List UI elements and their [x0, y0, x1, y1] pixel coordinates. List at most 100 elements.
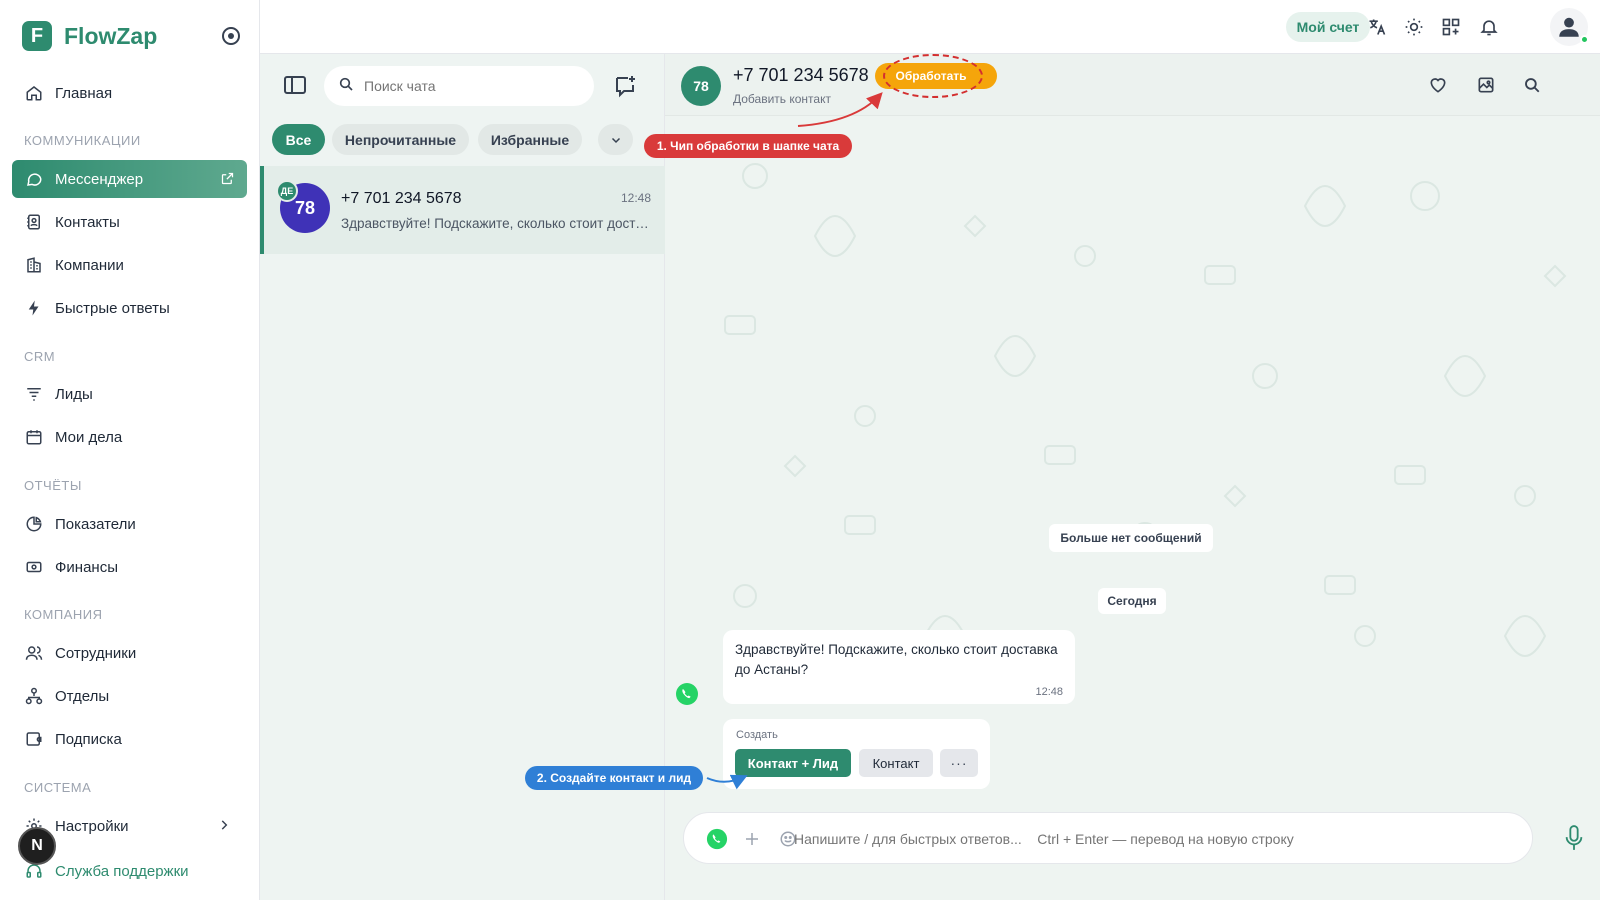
sidebar-item-leads[interactable]: Лиды [12, 375, 247, 413]
sidebar-item-label: Настройки [55, 817, 129, 835]
external-link-icon[interactable] [220, 171, 235, 190]
sidebar: F FlowZap Главная КОММУНИКАЦИИ Мессендже… [0, 0, 260, 900]
sidebar-item-label: Сотрудники [55, 644, 137, 662]
sidebar-item-subscription[interactable]: Подписка [12, 720, 247, 758]
chevron-right-icon [217, 818, 231, 836]
chat-header-avatar: 78 [681, 66, 721, 106]
sidebar-item-home[interactable]: Главная [12, 74, 247, 112]
chat-search-icon[interactable] [1521, 74, 1543, 96]
sidebar-item-label: Показатели [55, 515, 136, 533]
add-contact-link[interactable]: Добавить контакт [733, 92, 831, 106]
create-label: Создать [736, 729, 778, 741]
section-company: КОМПАНИЯ [24, 607, 103, 622]
create-actions-card: Создать Контакт + Лид Контакт ··· [723, 719, 990, 789]
sidebar-pin-icon[interactable] [222, 27, 240, 45]
sidebar-item-metrics[interactable]: Показатели [12, 505, 247, 543]
contacts-book-icon [25, 213, 43, 231]
building-icon [25, 256, 43, 274]
section-communications: КОММУНИКАЦИИ [24, 133, 141, 148]
message-composer [683, 812, 1533, 864]
no-more-messages-notice: Больше нет сообщений [1049, 524, 1213, 552]
logo-mark: F [22, 21, 52, 51]
user-avatar[interactable] [1550, 8, 1589, 46]
incoming-message: Здравствуйте! Подскажите, сколько стоит … [723, 630, 1075, 704]
chat-search-input[interactable] [364, 78, 574, 94]
chat-name: +7 701 234 5678 [341, 190, 462, 207]
sidebar-item-messenger[interactable]: Мессенджер [12, 160, 247, 198]
sidebar-item-contacts[interactable]: Контакты [12, 203, 247, 241]
lightning-icon [25, 299, 43, 317]
org-chart-icon [25, 687, 43, 705]
online-status-dot [1580, 35, 1589, 44]
chevron-down-icon [611, 137, 620, 143]
chat-list-item[interactable]: 78 ДЕ +7 701 234 5678 12:48 Здравствуйте… [260, 166, 665, 254]
microphone-icon[interactable] [1563, 824, 1585, 852]
topbar: Мой счет [260, 0, 1600, 54]
message-time: 12:48 [1035, 686, 1063, 698]
user-icon [1559, 17, 1579, 37]
sidebar-item-label: Компании [55, 256, 124, 274]
agent-badge: ДЕ [276, 180, 298, 202]
section-reports: ОТЧЁТЫ [24, 478, 82, 493]
filter-unread[interactable]: Непрочитанные [332, 124, 469, 155]
filter-favorites[interactable]: Избранные [478, 124, 582, 155]
bell-icon[interactable] [1478, 16, 1500, 38]
home-icon [25, 84, 43, 102]
new-chat-icon[interactable] [613, 74, 637, 98]
chat-icon [25, 170, 43, 188]
sidebar-item-label: Финансы [55, 558, 118, 576]
panel-toggle-icon[interactable] [284, 76, 306, 94]
whatsapp-channel-icon[interactable] [706, 828, 728, 850]
sidebar-item-label: Подписка [55, 730, 122, 748]
user-initial-avatar[interactable]: N [18, 827, 56, 865]
sidebar-item-finance[interactable]: Финансы [12, 548, 247, 586]
chat-header-name: +7 701 234 5678 [733, 65, 869, 85]
app-name: FlowZap [64, 22, 158, 49]
sidebar-item-employees[interactable]: Сотрудники [12, 634, 247, 672]
funnel-icon [25, 385, 43, 403]
message-text: Здравствуйте! Подскажите, сколько стоит … [735, 642, 1058, 677]
sidebar-item-label: Лиды [55, 385, 93, 403]
app-logo[interactable]: F FlowZap [22, 20, 157, 52]
highlight-ring [883, 54, 983, 98]
sidebar-item-label: Быстрые ответы [55, 299, 170, 317]
callout-step-1: 1. Чип обработки в шапке чата [644, 134, 852, 158]
callout-step-2: 2. Создайте контакт и лид [525, 766, 703, 790]
chat-preview: Здравствуйте! Подскажите, сколько стоит … [341, 216, 651, 231]
sidebar-item-tasks[interactable]: Мои дела [12, 418, 247, 456]
heart-icon[interactable] [1427, 74, 1449, 96]
calendar-icon [25, 428, 43, 446]
sidebar-item-companies[interactable]: Компании [12, 246, 247, 284]
sun-icon[interactable] [1403, 16, 1425, 38]
wallet-icon [25, 730, 43, 748]
section-crm: CRM [24, 349, 56, 364]
apps-grid-icon[interactable] [1440, 16, 1462, 38]
search-icon [338, 76, 354, 97]
create-more-button[interactable]: ··· [940, 749, 978, 777]
date-divider: Сегодня [1098, 588, 1166, 614]
create-contact-button[interactable]: Контакт [859, 749, 933, 777]
my-account-button[interactable]: Мой счет [1286, 12, 1370, 42]
plus-icon[interactable] [741, 828, 763, 850]
chat-time: 12:48 [620, 191, 651, 205]
chat-background-pattern [724, 163, 1567, 657]
filter-more-button[interactable] [598, 124, 633, 155]
pie-chart-icon [25, 515, 43, 533]
sidebar-item-quick-replies[interactable]: Быстрые ответы [12, 289, 247, 327]
section-system: СИСТЕМА [24, 780, 92, 795]
chat-area: 78 +7 701 234 5678 Добавить контакт Обра… [665, 54, 1600, 900]
chat-header: 78 +7 701 234 5678 Добавить контакт Обра… [665, 54, 1600, 116]
create-contact-lead-button[interactable]: Контакт + Лид [735, 749, 851, 777]
sidebar-item-label: Мессенджер [55, 170, 144, 188]
filter-all[interactable]: Все [272, 124, 325, 155]
sidebar-item-label: Служба поддержки [55, 862, 189, 880]
translate-icon[interactable] [1366, 16, 1388, 38]
media-gallery-icon[interactable] [1475, 74, 1497, 96]
message-input[interactable] [794, 827, 1444, 851]
sidebar-item-label: Отделы [55, 687, 110, 705]
banknote-icon [25, 558, 43, 576]
sidebar-item-label: Контакты [55, 213, 120, 231]
sidebar-item-label: Главная [55, 84, 113, 102]
chat-search-box[interactable] [324, 66, 594, 106]
sidebar-item-departments[interactable]: Отделы [12, 677, 247, 715]
